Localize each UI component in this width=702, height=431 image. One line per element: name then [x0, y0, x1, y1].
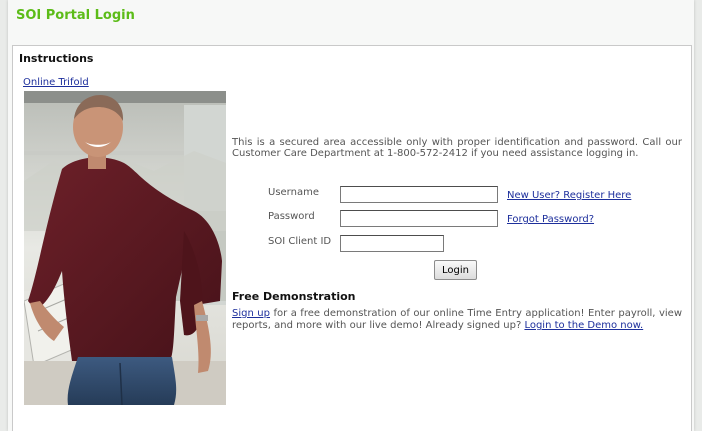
- username-input[interactable]: [340, 186, 498, 203]
- person-illustration: [24, 91, 226, 405]
- password-input[interactable]: [340, 210, 498, 227]
- register-link[interactable]: New User? Register Here: [507, 190, 631, 201]
- login-button[interactable]: Login: [434, 260, 477, 280]
- online-trifold-link[interactable]: Online Trifold: [23, 77, 89, 88]
- hero-photo: [24, 91, 226, 405]
- intro-text: This is a secured area accessible only w…: [232, 137, 682, 159]
- page-title: SOI Portal Login: [16, 8, 135, 23]
- password-label: Password: [268, 211, 315, 222]
- signup-link[interactable]: Sign up: [232, 308, 270, 319]
- instructions-heading: Instructions: [19, 52, 94, 65]
- client-id-input[interactable]: [340, 235, 444, 252]
- client-id-label: SOI Client ID: [268, 236, 332, 247]
- login-demo-link[interactable]: Login to the Demo now.: [524, 320, 643, 331]
- username-label: Username: [268, 187, 319, 198]
- demo-heading: Free Demonstration: [232, 290, 356, 303]
- forgot-password-link[interactable]: Forgot Password?: [507, 214, 594, 225]
- demo-text: Sign up for a free demonstration of our …: [232, 308, 682, 332]
